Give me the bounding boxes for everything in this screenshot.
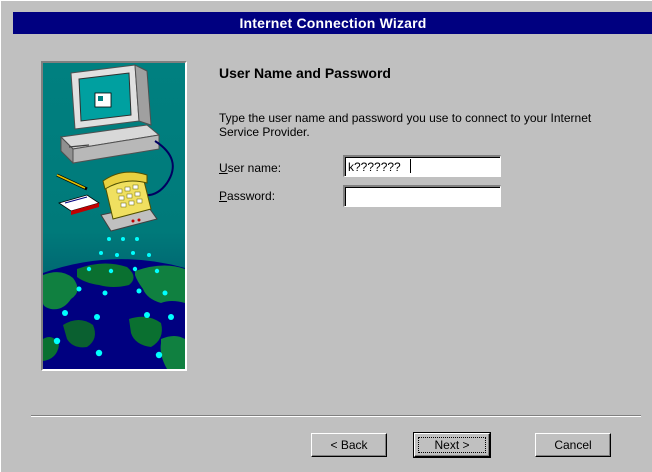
focus-rect [418, 437, 486, 453]
page-description: Type the user name and password you use … [219, 111, 592, 139]
page-heading: User Name and Password [219, 65, 391, 81]
cancel-button[interactable]: Cancel [535, 433, 611, 457]
password-input[interactable] [343, 185, 501, 207]
username-label-text: ser name: [227, 161, 282, 175]
illustration-art [43, 63, 185, 369]
password-accel: P [219, 189, 228, 203]
computer-icon [59, 64, 161, 165]
next-button[interactable]: Next > [413, 432, 491, 458]
password-label-text: assword: [227, 189, 276, 203]
wizard-window: Internet Connection Wizard User Name and… [0, 0, 652, 472]
window-title: Internet Connection Wizard [239, 15, 427, 31]
title-bar[interactable]: Internet Connection Wizard [13, 12, 652, 34]
text-caret [410, 159, 411, 173]
password-label: Password: [219, 189, 275, 203]
username-input[interactable] [343, 155, 501, 177]
username-label: User name: [219, 161, 281, 175]
back-button[interactable]: < Back [311, 433, 387, 457]
wizard-illustration [41, 61, 187, 371]
button-separator [31, 415, 641, 417]
username-accel: U [219, 161, 228, 175]
